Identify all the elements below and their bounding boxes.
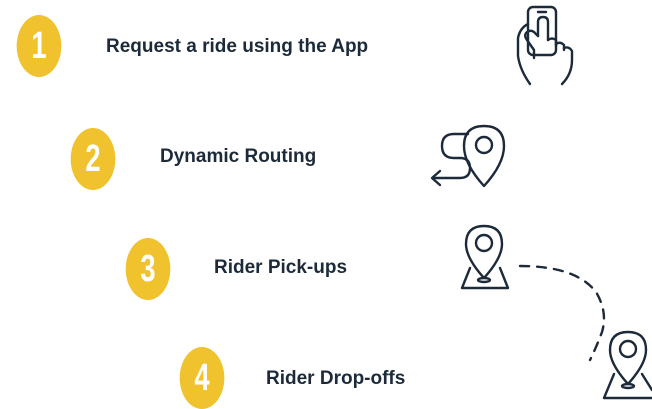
- step-1-number-badge: 1: [16, 15, 62, 77]
- route-pin-icon: [430, 124, 506, 188]
- step-4-number-badge: 4: [179, 347, 225, 409]
- step-1-label: Request a ride using the App: [106, 36, 369, 57]
- hand-phone-icon: [516, 5, 574, 86]
- map-pin-icon: [460, 224, 652, 400]
- step-2-label: Dynamic Routing: [160, 146, 317, 167]
- step-3-number-badge: 3: [125, 238, 171, 300]
- step-4-label: Rider Drop-offs: [266, 368, 406, 389]
- step-2-number-badge: 2: [70, 128, 116, 190]
- step-3-label: Rider Pick-ups: [214, 257, 348, 278]
